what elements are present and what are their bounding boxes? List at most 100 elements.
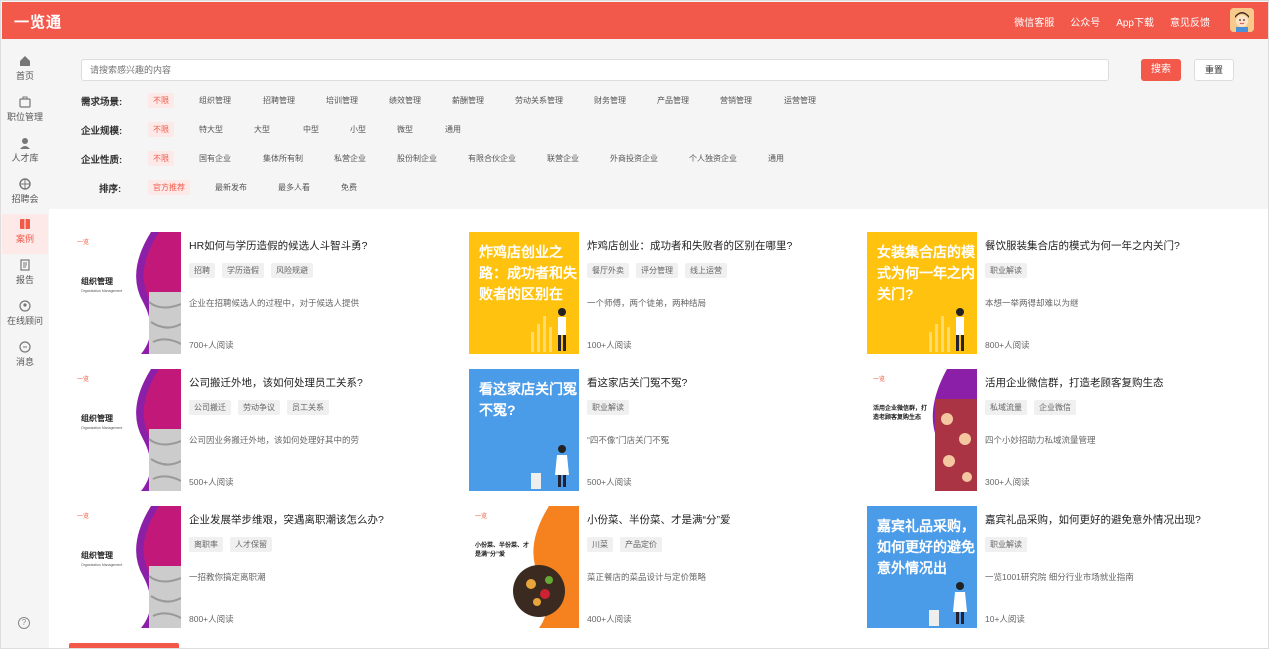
- case-card[interactable]: 看这家店关门冤不冤? 看这家店关门冤不冤? 职业解读 “四不像”门店关门不冤 500+…: [469, 369, 849, 491]
- filter-option[interactable]: 运营管理: [784, 93, 816, 108]
- sort-option[interactable]: 最多人看: [278, 180, 310, 195]
- filter-option[interactable]: 不限: [148, 93, 174, 108]
- case-thumbnail[interactable]: 嘉宾礼品采购，如何更好的避免意外情况出: [867, 506, 977, 628]
- topnav-official-account[interactable]: 公众号: [1070, 14, 1100, 29]
- read-count: 800+人阅读: [189, 614, 234, 624]
- filter-option[interactable]: 国有企业: [199, 151, 231, 166]
- home-icon: [20, 56, 30, 66]
- case-title[interactable]: 餐饮服装集合店的模式为何一年之内关门?: [985, 238, 1247, 253]
- filter-option[interactable]: 不限: [148, 122, 174, 137]
- svg-text:一览: 一览: [77, 512, 89, 520]
- case-title[interactable]: 炸鸡店创业：成功者和失败者的区别在哪里?: [587, 238, 849, 253]
- case-thumbnail[interactable]: 炸鸡店创业之路：成功者和失败者的区别在: [469, 232, 579, 354]
- sidebar-item-home[interactable]: 首页: [2, 51, 48, 91]
- case-description: 四个小妙招助力私域流量管理: [985, 435, 1096, 445]
- case-thumbnail[interactable]: 一览: [469, 506, 579, 628]
- filter-option[interactable]: 财务管理: [594, 93, 626, 108]
- sidebar-item-jobs[interactable]: 职位管理: [2, 92, 48, 132]
- case-title[interactable]: 活用企业微信群，打造老顾客复购生态: [985, 375, 1247, 390]
- case-thumbnail[interactable]: 一览 组织管理 Organization Management: [71, 506, 181, 628]
- filter-option[interactable]: 薪酬管理: [452, 93, 484, 108]
- case-title[interactable]: 嘉宾礼品采购，如何更好的避免意外情况出现?: [985, 512, 1247, 527]
- read-count: 800+人阅读: [985, 340, 1030, 350]
- case-card[interactable]: 一览 小份菜、半份菜、才是满“分”爱 小份菜、半份菜、才是满“分”爱 川菜 产品定价菜…: [469, 506, 849, 628]
- case-thumbnail[interactable]: 一览 组织管理 Organization Management: [71, 369, 181, 491]
- case-tags: 餐厅外卖 评分管理 线上运营: [587, 263, 727, 278]
- filter-label: 企业性质:: [81, 155, 123, 166]
- sort-option[interactable]: 免费: [341, 180, 357, 195]
- svg-text:一览: 一览: [475, 512, 487, 520]
- case-tags: 职业解读: [587, 400, 629, 415]
- case-card[interactable]: 一览 组织管理 Organization Management 公司搬迁外地，该…: [71, 369, 451, 491]
- sidebar-item-label: 消息: [15, 357, 34, 367]
- filter-option[interactable]: 招聘管理: [263, 93, 295, 108]
- sidebar-item-message[interactable]: 消息: [2, 337, 48, 377]
- case-thumbnail[interactable]: 看这家店关门冤不冤?: [469, 369, 579, 491]
- case-title[interactable]: 企业发展举步维艰，突遇离职潮该怎么办?: [189, 512, 451, 527]
- sort-option[interactable]: 官方推荐: [148, 180, 190, 195]
- read-count: 300+人阅读: [985, 477, 1030, 487]
- sidebar-item-report[interactable]: 报告: [2, 255, 48, 295]
- top-nav: 微信客服 公众号 App下载 意见反馈: [1014, 14, 1210, 29]
- filter-option[interactable]: 集体所有制: [263, 151, 303, 166]
- case-thumbnail[interactable]: 一览: [867, 369, 977, 491]
- sidebar-item-cases[interactable]: 案例: [2, 214, 48, 254]
- topnav-feedback[interactable]: 意见反馈: [1170, 14, 1210, 29]
- sidebar-item-talent[interactable]: 人才库: [2, 133, 48, 173]
- case-card[interactable]: 嘉宾礼品采购，如何更好的避免意外情况出 嘉宾礼品采购，如何更好的避免意外情况出现…: [867, 506, 1247, 628]
- case-card[interactable]: 一览 组织管理 Organization Management 企业发展举步维艰…: [71, 506, 451, 628]
- filter-option[interactable]: 小型: [350, 122, 366, 137]
- case-title[interactable]: 看这家店关门冤不冤?: [587, 375, 849, 390]
- filter-option[interactable]: 通用: [768, 151, 784, 166]
- filter-option[interactable]: 微型: [397, 122, 413, 137]
- case-title[interactable]: HR如何与学历造假的候选人斗智斗勇?: [189, 238, 451, 253]
- filter-option[interactable]: 大型: [254, 122, 270, 137]
- sidebar-item-fair[interactable]: 招聘会: [2, 174, 48, 214]
- case-card[interactable]: 炸鸡店创业之路：成功者和失败者的区别在 炸鸡店创业：成功者和失败者的区别在哪里?…: [469, 232, 849, 354]
- svg-text:组织管理: 组织管理: [81, 276, 113, 286]
- filter-option[interactable]: 联营企业: [547, 151, 579, 166]
- sort-option[interactable]: 最新发布: [215, 180, 247, 195]
- filter-option[interactable]: 股份制企业: [397, 151, 437, 166]
- filter-option[interactable]: 个人独资企业: [689, 151, 737, 166]
- filter-option[interactable]: 营销管理: [720, 93, 752, 108]
- case-thumbnail[interactable]: 一览 组织管理 Organization Management: [71, 232, 181, 354]
- case-card[interactable]: 一览 活用企业微信群，打造老顾客复购生态 活用企业微信群，打造老顾客复购生态 私域流…: [867, 369, 1247, 491]
- filter-option[interactable]: 中型: [303, 122, 319, 137]
- case-tag: 职业解读: [587, 400, 629, 415]
- filter-option[interactable]: 绩效管理: [389, 93, 421, 108]
- reset-button[interactable]: 重置: [1194, 59, 1234, 81]
- topnav-wechat-service[interactable]: 微信客服: [1014, 14, 1054, 29]
- filter-option[interactable]: 劳动关系管理: [515, 93, 563, 108]
- filter-option[interactable]: 通用: [445, 122, 461, 137]
- help-icon[interactable]: ?: [18, 617, 30, 629]
- case-tags: 私域流量 企业微信: [985, 400, 1076, 415]
- case-thumbnail[interactable]: 女装集合店的模式为何一年之内关门?: [867, 232, 977, 354]
- case-tag: 评分管理: [636, 263, 678, 278]
- case-card[interactable]: 女装集合店的模式为何一年之内关门? 餐饮服装集合店的模式为何一年之内关门? 职业解…: [867, 232, 1247, 354]
- search-input[interactable]: [81, 59, 1109, 81]
- case-title[interactable]: 小份菜、半份菜、才是满“分”爱: [587, 512, 849, 527]
- filter-panel: 搜索 重置 需求场景: 不限 组织管理 招聘管理 培训管理 绩效管理 薪酬管理 …: [49, 39, 1268, 209]
- case-title[interactable]: 公司搬迁外地，该如何处理员工关系?: [189, 375, 451, 390]
- filter-option[interactable]: 私营企业: [334, 151, 366, 166]
- case-card[interactable]: 一览 组织管理 Organization Management HR如何与学历造…: [71, 232, 451, 354]
- case-tags: 公司搬迁 劳动争议 员工关系: [189, 400, 329, 415]
- sidebar-item-advisor[interactable]: 在线顾问: [2, 296, 48, 336]
- search-button[interactable]: 搜索: [1141, 59, 1181, 81]
- fair-icon: [19, 178, 31, 190]
- thumbnail-caption: 活用企业微信群，打造老顾客复购生态: [873, 406, 928, 421]
- avatar[interactable]: [1230, 8, 1254, 32]
- brand-logo[interactable]: 一览通: [14, 11, 62, 32]
- filter-option[interactable]: 组织管理: [199, 93, 231, 108]
- topnav-app-download[interactable]: App下载: [1116, 14, 1154, 29]
- filter-option[interactable]: 外商投资企业: [610, 151, 658, 166]
- filter-option[interactable]: 培训管理: [326, 93, 358, 108]
- filter-option[interactable]: 产品管理: [657, 93, 689, 108]
- filter-option[interactable]: 特大型: [199, 122, 223, 137]
- filter-option[interactable]: 不限: [148, 151, 174, 166]
- person-icon: [20, 138, 30, 149]
- case-description: 本想一举两得却难以为继: [985, 298, 1079, 308]
- filter-option[interactable]: 有限合伙企业: [468, 151, 516, 166]
- case-tags: 离职率 人才保留: [189, 537, 272, 552]
